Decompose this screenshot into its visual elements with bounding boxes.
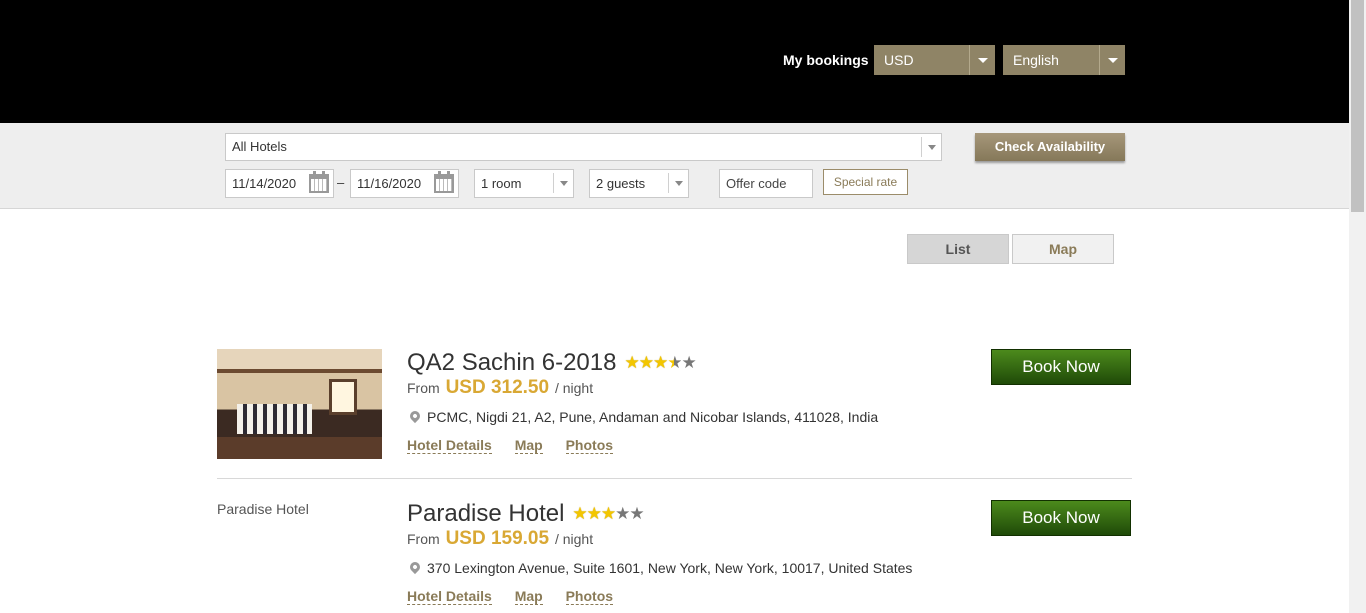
map-link[interactable]: Map [514,437,543,454]
address-text: 370 Lexington Avenue, Suite 1601, New Yo… [427,560,913,576]
price-line: From USD 159.05 / night [407,528,593,550]
chevron-down-icon [921,137,941,157]
currency-value: USD [884,52,914,68]
hotel-address: 370 Lexington Avenue, Suite 1601, New Yo… [407,559,913,576]
offer-code-input[interactable]: Offer code [719,169,813,198]
hotel-details-link[interactable]: Hotel Details [407,437,492,454]
empty-star-icon: ★ [681,353,696,372]
site-header: My bookings USD English [0,0,1349,123]
photos-link[interactable]: Photos [565,437,614,454]
vertical-scrollbar[interactable] [1349,0,1366,613]
per-night-label: / night [554,380,594,396]
price-line: From USD 312.50 / night [407,377,593,399]
hotel-links: Hotel Details Map Photos [407,437,632,454]
star-rating: ★★★★★ [624,353,696,373]
window [329,379,357,415]
hotel-image[interactable] [217,349,382,459]
from-label: From [407,380,440,396]
star-icon: ★ [638,353,654,372]
map-pin-icon [407,408,423,424]
price: USD 159.05 [445,528,550,549]
calendar-icon[interactable] [434,171,454,193]
scrollbar-thumb[interactable] [1351,0,1364,212]
price: USD 312.50 [445,377,550,398]
date-range-separator: – [337,175,345,190]
check-out-date-field[interactable]: 11/16/2020 [350,169,459,198]
map-link[interactable]: Map [514,588,543,605]
check-in-date-field[interactable]: 11/14/2020 [225,169,334,198]
currency-select[interactable]: USD [874,45,995,75]
photos-link[interactable]: Photos [565,588,614,605]
language-select[interactable]: English [1003,45,1125,75]
rooms-value: 1 room [481,176,522,191]
check-in-date-value: 11/14/2020 [232,176,297,191]
hotel-name: Paradise Hotel ★★★★★ [407,500,645,528]
page: My bookings USD English All Hotels Check… [0,0,1366,613]
half-star-icon: ★ [667,353,682,372]
chevron-down-icon [1099,45,1125,75]
star-icon: ★ [572,504,587,523]
rooms-select[interactable]: 1 room [474,169,574,198]
hotel-select-value: All Hotels [232,139,287,154]
star-icon: ★ [600,504,616,523]
search-bar: All Hotels Check Availability 11/14/2020… [0,123,1349,209]
hotel-address: PCMC, Nigdi 21, A2, Pune, Andaman and Ni… [407,408,879,425]
chevron-down-icon [668,173,688,193]
from-label: From [407,531,440,547]
check-out-date-value: 11/16/2020 [357,176,422,191]
hotel-select[interactable]: All Hotels [225,133,942,161]
hotel-name-text[interactable]: Paradise Hotel [407,500,564,527]
map-view-button[interactable]: Map [1012,234,1114,264]
empty-star-icon: ★ [629,504,644,523]
star-icon: ★ [652,353,668,372]
star-icon: ★ [624,353,639,372]
map-pin-icon [407,559,423,575]
floor [217,437,382,459]
hotel-details-link[interactable]: Hotel Details [407,588,492,605]
language-value: English [1013,52,1059,68]
star-rating: ★★★★★ [572,504,644,524]
hotel-name: QA2 Sachin 6-2018 ★★★★★ [407,349,697,377]
bed [237,404,312,434]
per-night-label: / night [554,531,594,547]
special-rate-button[interactable]: Special rate [823,169,908,195]
guests-select[interactable]: 2 guests [589,169,689,198]
address-text: PCMC, Nigdi 21, A2, Pune, Andaman and Ni… [427,409,879,425]
hotel-card: QA2 Sachin 6-2018 ★★★★★ From USD 312.50 /… [217,349,1132,479]
hotel-card: Paradise Hotel Paradise Hotel ★★★★★ From … [217,500,1132,613]
book-now-button[interactable]: Book Now [991,500,1131,536]
hotel-image[interactable]: Paradise Hotel [217,500,382,610]
chevron-down-icon [553,173,573,193]
hotel-links: Hotel Details Map Photos [407,588,632,605]
hotel-name-text[interactable]: QA2 Sachin 6-2018 [407,349,616,376]
check-availability-button[interactable]: Check Availability [975,133,1125,161]
my-bookings-link[interactable]: My bookings [783,52,869,68]
empty-star-icon: ★ [615,504,630,523]
book-now-button[interactable]: Book Now [991,349,1131,385]
list-view-button[interactable]: List [907,234,1009,264]
chevron-down-icon [969,45,995,75]
calendar-icon[interactable] [309,171,329,193]
star-icon: ★ [586,504,602,523]
guests-value: 2 guests [596,176,646,191]
